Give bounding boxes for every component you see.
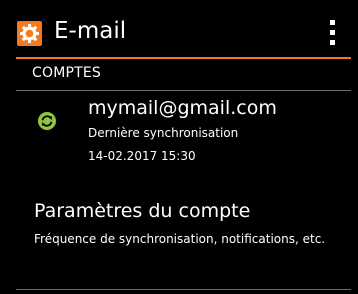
bottom-divider (16, 289, 351, 290)
section-header-accounts: COMPTES (32, 65, 102, 81)
account-item[interactable]: mymail@gmail.com Dernière synchronisatio… (16, 92, 351, 172)
sync-timestamp: 14-02.2017 15:30 (88, 149, 196, 163)
settings-subtitle: Fréquence de synchronisation, notificati… (34, 232, 326, 246)
overflow-menu-icon[interactable] (325, 18, 341, 48)
app-title: E-mail (54, 18, 127, 44)
gear-icon (17, 21, 42, 46)
account-settings-item[interactable]: Paramètres du compte Fréquence de synchr… (16, 192, 351, 272)
sync-icon (38, 112, 56, 130)
app-bar: E-mail (0, 0, 358, 56)
account-email: mymail@gmail.com (88, 97, 277, 119)
title-accent-divider (16, 57, 351, 59)
settings-title: Paramètres du compte (34, 200, 251, 222)
section-divider (16, 90, 351, 91)
sync-status-label: Dernière synchronisation (88, 126, 239, 140)
